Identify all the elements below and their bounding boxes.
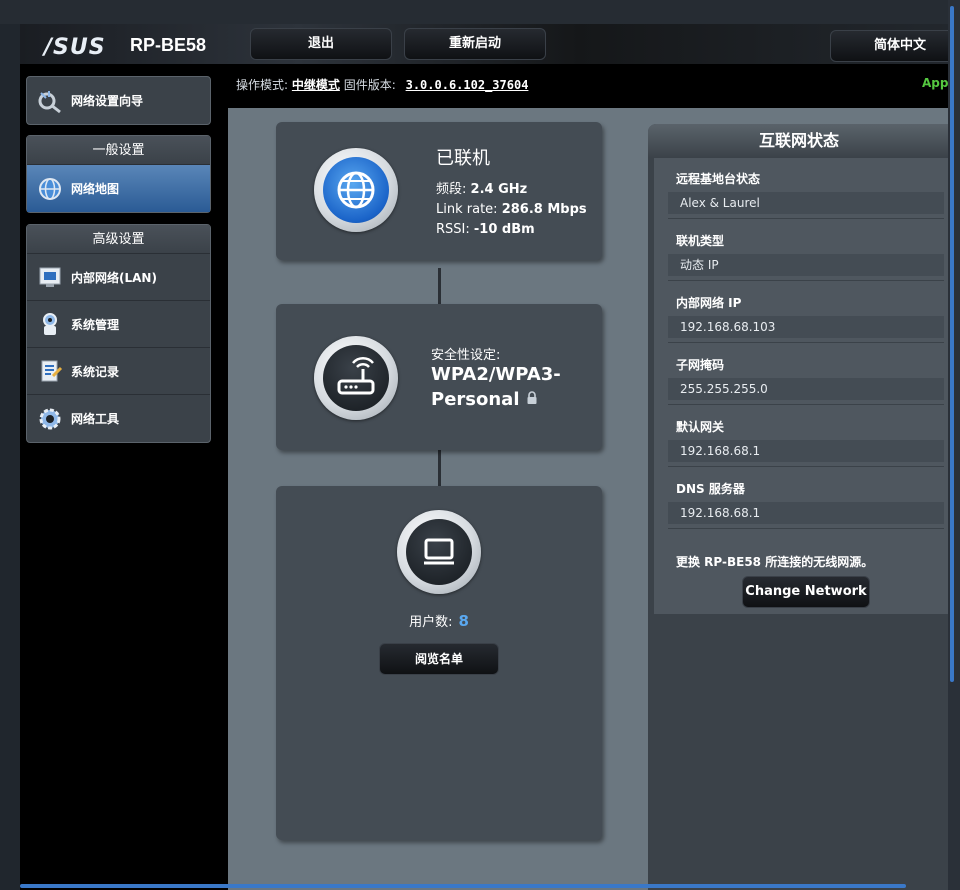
horizontal-scrollbar[interactable] <box>20 884 906 888</box>
panel-body: 远程基地台状态 Alex & Laurel 联机类型 动态 IP 内部网络 IP… <box>654 158 950 614</box>
field-divider <box>668 404 944 405</box>
mode-label: 操作模式: <box>236 78 289 92</box>
link-rate-label: Link rate: <box>436 202 498 217</box>
sidebar-item-network-map[interactable]: 网络地图 <box>27 165 210 212</box>
map-connector-line <box>438 450 441 490</box>
rssi-value: -10 dBm <box>473 222 535 237</box>
wizard-box: 网络设置向导 <box>26 76 211 125</box>
lan-ip-value: 192.168.68.103 <box>668 316 944 338</box>
lock-icon <box>526 389 538 410</box>
sidebar-item-label: 网络设置向导 <box>71 94 144 108</box>
clients-computer-icon <box>397 510 481 594</box>
sidebar-item-system-admin[interactable]: 系统管理 <box>27 301 210 348</box>
sidebar-item-network-tools[interactable]: 网络工具 <box>27 395 210 442</box>
logout-button[interactable]: 退出 <box>250 28 392 60</box>
clients-count: 8 <box>458 612 469 630</box>
panel-title: 互联网状态 <box>648 124 950 158</box>
router-icon <box>314 336 398 420</box>
internet-info: 已联机 频段: 2.4 GHz Link rate: 286.8 Mbps RS… <box>436 144 587 242</box>
clients-label: 用户数: <box>409 615 453 630</box>
change-network-description: 更换 RP-BE58 所连接的无线网源。 <box>676 555 874 569</box>
default-gateway-label: 默认网关 <box>676 420 725 434</box>
subnet-mask-value: 255.255.255.0 <box>668 378 944 400</box>
sidebar-item-label: 系统记录 <box>71 364 120 379</box>
firmware-link[interactable]: 3.0.0.6.102_37604 <box>406 78 529 92</box>
language-select[interactable]: 简体中文 <box>830 30 950 62</box>
field-divider <box>668 466 944 467</box>
app-link[interactable]: App <box>922 76 948 90</box>
band-value: 2.4 GHz <box>470 182 528 197</box>
internet-status-panel: 互联网状态 远程基地台状态 Alex & Laurel 联机类型 动态 IP 内… <box>648 124 950 890</box>
view-list-button[interactable]: 阅览名单 <box>379 643 499 675</box>
dns-server-value: 192.168.68.1 <box>668 502 944 524</box>
network-tools-icon <box>37 406 63 432</box>
system-admin-icon <box>37 311 63 337</box>
sidebar-item-label: 系统管理 <box>71 317 120 332</box>
reboot-button[interactable]: 重新启动 <box>404 28 546 60</box>
router-admin-page: /SUS RP-BE58 退出 重新启动 简体中文 操作模式: 中继模式 固件版… <box>20 24 950 890</box>
globe-icon <box>314 148 398 232</box>
top-header: /SUS RP-BE58 退出 重新启动 简体中文 <box>20 24 950 64</box>
status-line: 操作模式: 中继模式 固件版本: 3.0.0.6.102_37604 <box>236 76 528 93</box>
vertical-scroll-thumb[interactable] <box>950 6 954 682</box>
field-divider <box>668 280 944 281</box>
network-map-area: 已联机 频段: 2.4 GHz Link rate: 286.8 Mbps RS… <box>228 108 950 890</box>
field-divider <box>668 528 944 529</box>
clients-card[interactable]: 用户数: 8 阅览名单 <box>276 486 602 840</box>
subnet-mask-label: 子网掩码 <box>676 358 725 372</box>
sidebar-item-label: 内部网络(LAN) <box>71 270 157 285</box>
remote-ap-status-value: Alex & Laurel <box>668 192 944 214</box>
general-menu: 一般设置 网络地图 <box>26 135 211 213</box>
rssi-label: RSSI: <box>436 222 470 237</box>
dns-server-label: DNS 服务器 <box>676 482 745 496</box>
security-value-line1: WPA2/WPA3- <box>431 364 561 385</box>
browser-top-bar <box>0 0 960 24</box>
connection-type-label: 联机类型 <box>676 234 725 248</box>
wizard-icon <box>37 88 63 114</box>
security-label: 安全性设定: <box>431 348 501 363</box>
sidebar-item-system-log[interactable]: 系统记录 <box>27 348 210 395</box>
globe-map-icon <box>37 176 63 202</box>
clients-count-line: 用户数: 8 <box>276 611 602 630</box>
connection-type-value: 动态 IP <box>668 254 944 276</box>
internet-card[interactable]: 已联机 频段: 2.4 GHz Link rate: 286.8 Mbps RS… <box>276 122 602 260</box>
link-rate-value: 286.8 Mbps <box>501 202 587 217</box>
connection-state: 已联机 <box>436 148 490 169</box>
map-connector-line <box>438 268 441 308</box>
lan-ip-label: 内部网络 IP <box>676 296 742 310</box>
system-log-icon <box>37 358 63 384</box>
lan-icon <box>37 264 63 290</box>
field-divider <box>668 218 944 219</box>
advanced-menu: 高级设置 内部网络(LAN) 系统管理 系统记录 网络工具 <box>26 224 211 443</box>
security-value-line2: Personal <box>431 389 520 410</box>
remote-ap-status-label: 远程基地台状态 <box>676 172 761 186</box>
browser-left-edge <box>0 24 20 890</box>
sidebar-item-lan[interactable]: 内部网络(LAN) <box>27 254 210 301</box>
advanced-settings-header: 高级设置 <box>27 225 210 254</box>
default-gateway-value: 192.168.68.1 <box>668 440 944 462</box>
security-value: WPA2/WPA3- Personal <box>431 362 581 412</box>
sidebar-item-wizard[interactable]: 网络设置向导 <box>27 77 210 124</box>
field-divider <box>668 342 944 343</box>
security-card[interactable]: 安全性设定: WPA2/WPA3- Personal <box>276 304 602 450</box>
general-settings-header: 一般设置 <box>27 136 210 165</box>
mode-link[interactable]: 中继模式 <box>292 78 340 92</box>
sidebar-item-label: 网络工具 <box>71 412 120 426</box>
model-name: RP-BE58 <box>130 35 207 55</box>
vertical-scrollbar[interactable] <box>948 0 960 890</box>
firmware-label: 固件版本: <box>343 78 396 92</box>
change-network-button[interactable]: Change Network <box>742 576 870 608</box>
asus-logo: /SUS <box>44 35 106 60</box>
sidebar-item-label: 网络地图 <box>71 182 120 196</box>
band-label: 频段: <box>436 182 467 197</box>
